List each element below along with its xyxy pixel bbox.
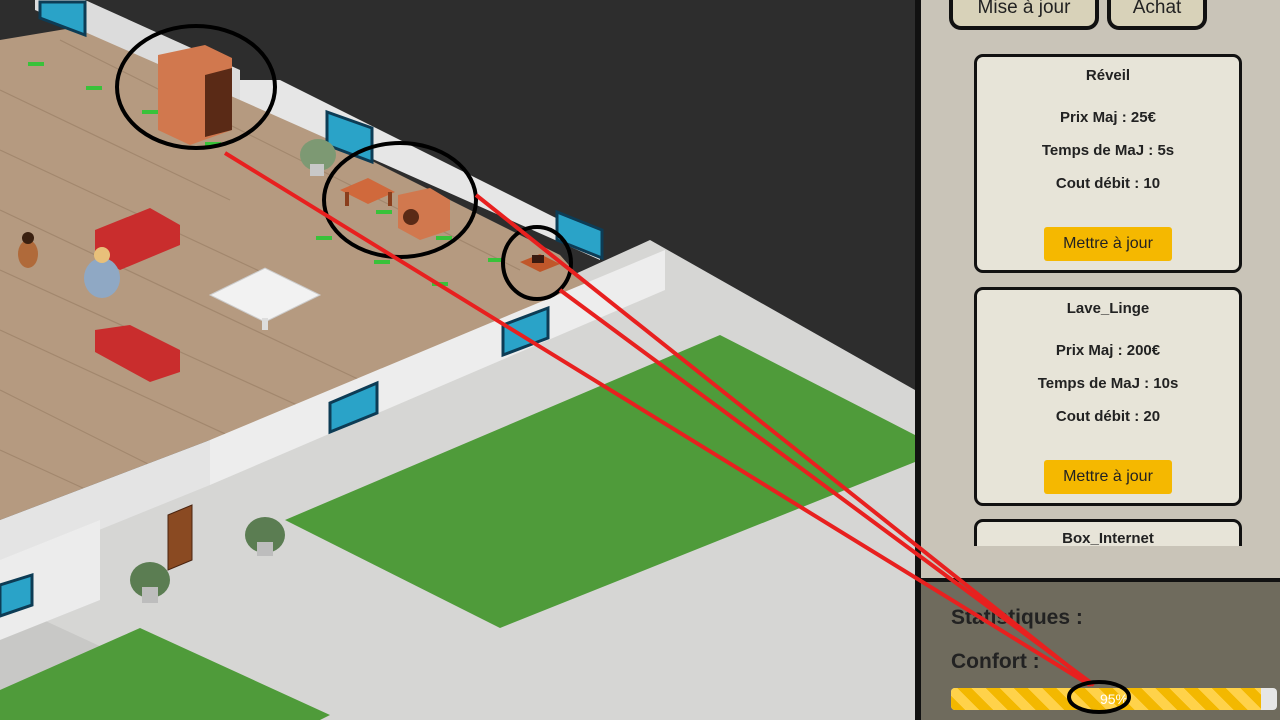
item-name: Lave_Linge	[1066, 300, 1150, 317]
update-button[interactable]: Mettre à jour	[1044, 460, 1172, 494]
item-time: Temps de MaJ : 10s	[1037, 375, 1179, 392]
statistics-title: Statistiques :	[951, 606, 1083, 629]
side-panel: Mise à jour Achat Réveil Prix Maj : 25€ …	[915, 0, 1280, 720]
door[interactable]	[167, 504, 193, 571]
purchase-tab-button[interactable]: Achat	[1107, 0, 1207, 30]
update-tab-button[interactable]: Mise à jour	[949, 0, 1099, 30]
item-time: Temps de MaJ : 5s	[1041, 142, 1175, 159]
upgrade-card: Réveil Prix Maj : 25€ Temps de MaJ : 5s …	[974, 54, 1242, 273]
comfort-label: Confort :	[951, 650, 1040, 673]
game-scene[interactable]	[0, 0, 915, 720]
update-button[interactable]: Mettre à jour	[1044, 227, 1172, 261]
upgrade-card: Lave_Linge Prix Maj : 200€ Temps de MaJ …	[974, 287, 1242, 506]
upgrade-card: Box_Internet	[974, 519, 1242, 546]
item-name: Box_Internet	[1062, 530, 1154, 546]
item-cost: Cout débit : 10	[1055, 175, 1161, 192]
statistics-section: Statistiques : Confort : 95%	[921, 578, 1280, 720]
isometric-house-view[interactable]	[0, 0, 915, 720]
comfort-progress-bar: 95%	[951, 688, 1277, 710]
item-name: Réveil	[1085, 67, 1131, 84]
fridge[interactable]	[158, 45, 232, 145]
upgrade-list[interactable]: Réveil Prix Maj : 25€ Temps de MaJ : 5s …	[969, 54, 1245, 546]
item-price: Prix Maj : 25€	[1060, 109, 1156, 126]
item-price: Prix Maj : 200€	[1055, 342, 1161, 359]
item-cost: Cout débit : 20	[1055, 408, 1161, 425]
comfort-value: 95%	[1099, 691, 1129, 707]
washing-machine[interactable]	[398, 188, 450, 240]
